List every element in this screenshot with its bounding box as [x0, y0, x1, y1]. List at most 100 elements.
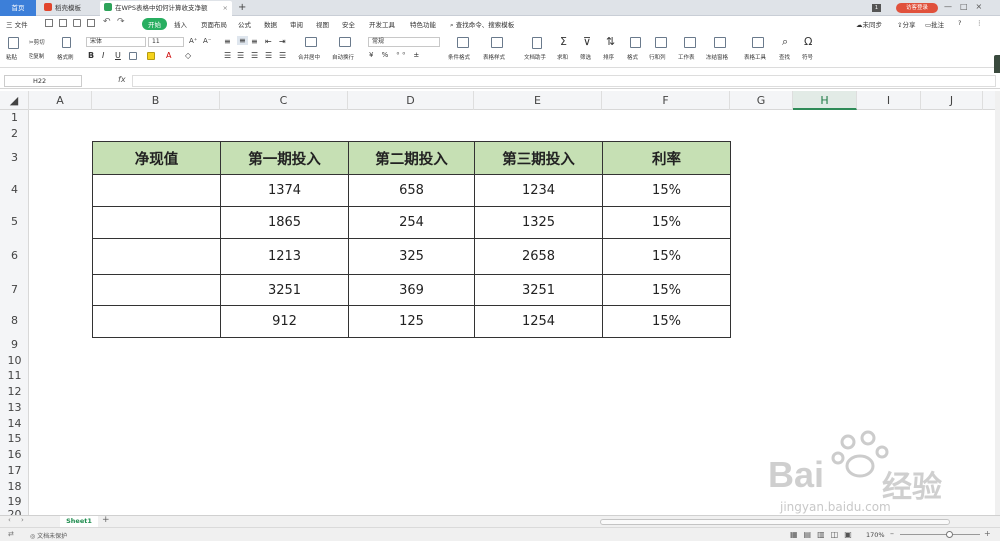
column-header-a[interactable]: A [29, 91, 92, 110]
sync-status[interactable]: ☁未同步 [856, 19, 882, 29]
file-menu[interactable]: 三 文件 [6, 19, 28, 29]
italic-icon[interactable]: I [102, 51, 104, 60]
tab-home[interactable]: 首页 [0, 0, 36, 16]
formula-input[interactable] [132, 75, 996, 87]
header-rate[interactable]: 利率 [602, 141, 731, 175]
table-cell[interactable]: 3251 [220, 274, 349, 306]
table-cell[interactable] [92, 305, 221, 338]
table-cell[interactable]: 15% [602, 305, 731, 338]
brush-icon[interactable] [62, 37, 71, 48]
paste-button[interactable]: 粘贴 [6, 53, 17, 61]
align-middle-icon[interactable]: ≡ [237, 36, 248, 45]
row-header[interactable]: 1 [0, 110, 29, 126]
table-cell[interactable]: 2658 [474, 238, 603, 275]
row-header[interactable]: 18 [0, 479, 29, 494]
window-count-icon[interactable]: 1 [872, 4, 881, 12]
table-cell[interactable]: 15% [602, 206, 731, 239]
number-format-field[interactable]: 常规 [368, 37, 440, 47]
format-icon[interactable] [630, 37, 641, 48]
zoom-level[interactable]: 170% [866, 531, 885, 539]
justify-icon[interactable]: ☰ [265, 51, 272, 60]
wrap-icon[interactable] [339, 37, 351, 47]
vertical-scrollbar[interactable] [995, 91, 1000, 515]
view-mode-icons[interactable]: ▦▤▥◫▣ [790, 530, 858, 539]
align-center-icon[interactable]: ☰ [237, 51, 244, 60]
find-button[interactable]: 查找 [779, 53, 790, 61]
column-header-h[interactable]: H [793, 91, 857, 110]
redo-icon[interactable]: ↷ [117, 17, 125, 27]
row-header[interactable]: 19 [0, 494, 29, 510]
export-icon[interactable] [59, 19, 67, 27]
sheet-nav-arrows[interactable]: ‹ › [8, 516, 28, 524]
menu-insert[interactable]: 插入 [174, 19, 187, 29]
doc-assistant-button[interactable]: 文档助手 [524, 53, 546, 61]
font-name-field[interactable]: 宋体 [86, 37, 146, 47]
column-header-i[interactable]: I [857, 91, 921, 110]
sheet-tab[interactable]: Sheet1 [60, 516, 98, 527]
align-right-icon[interactable]: ☰ [251, 51, 258, 60]
table-cell[interactable] [92, 206, 221, 239]
filter-button[interactable]: 筛选 [580, 53, 591, 61]
row-header[interactable]: 13 [0, 400, 29, 416]
table-style-icon[interactable] [491, 37, 503, 48]
row-header[interactable]: 6 [0, 238, 29, 274]
share-button[interactable]: ⇪分享 [897, 19, 915, 29]
conditional-format-button[interactable]: 条件格式 [448, 53, 470, 61]
tab-document[interactable]: 在WPS表格中如何计算收支净额 × [100, 1, 232, 16]
menu-formula[interactable]: 公式 [238, 19, 251, 29]
column-header-g[interactable]: G [730, 91, 793, 110]
header-period3[interactable]: 第三期投入 [474, 141, 603, 175]
undo-icon[interactable]: ↶ [103, 17, 111, 27]
sort-button[interactable]: 排序 [603, 53, 614, 61]
worksheet-icon[interactable] [684, 37, 696, 48]
row-header[interactable]: 7 [0, 274, 29, 305]
table-cell[interactable]: 1213 [220, 238, 349, 275]
align-top-icon[interactable]: ≡ [224, 37, 231, 46]
row-header[interactable]: 2 [0, 126, 29, 141]
number-format-icons[interactable]: ¥ % ⁰⁰ ± [369, 51, 422, 59]
header-period2[interactable]: 第二期投入 [348, 141, 475, 175]
close-icon[interactable]: × [223, 1, 228, 16]
format-painter-button[interactable]: 格式刷 [57, 53, 74, 61]
help-icon[interactable]: ? [958, 19, 961, 27]
row-header[interactable]: 9 [0, 337, 29, 353]
merge-icon[interactable] [305, 37, 317, 47]
fill-color-icon[interactable] [147, 52, 155, 60]
table-tools-button[interactable]: 表格工具 [744, 53, 766, 61]
table-cell[interactable]: 912 [220, 305, 349, 338]
window-controls[interactable]: —□× [944, 2, 990, 11]
horizontal-scrollbar[interactable] [600, 519, 950, 525]
copy-button[interactable]: ⎘复制 [29, 52, 44, 61]
table-cell[interactable]: 254 [348, 206, 475, 239]
condition-format-icon[interactable] [457, 37, 469, 48]
menu-features[interactable]: 特色功能 [410, 19, 436, 29]
row-header[interactable]: 4 [0, 174, 29, 206]
cut-button[interactable]: ✂剪切 [29, 38, 45, 46]
find-icon[interactable]: ⌕ [782, 35, 788, 49]
zoom-in-icon[interactable]: + [984, 529, 991, 538]
zoom-slider-handle[interactable] [946, 531, 953, 538]
table-cell[interactable] [92, 274, 221, 306]
table-cell[interactable]: 15% [602, 238, 731, 275]
tab-template[interactable]: 稻壳模板 [40, 1, 96, 16]
print-icon[interactable] [73, 19, 81, 27]
merge-button[interactable]: 合并居中 [298, 53, 320, 61]
comment-button[interactable]: ▭批注 [925, 19, 944, 29]
row-header[interactable]: 11 [0, 368, 29, 384]
column-header-d[interactable]: D [348, 91, 474, 110]
table-cell[interactable]: 1254 [474, 305, 603, 338]
bold-icon[interactable]: B [88, 51, 94, 60]
row-header[interactable]: 12 [0, 384, 29, 400]
menu-developer[interactable]: 开发工具 [369, 19, 395, 29]
column-header-j[interactable]: J [921, 91, 983, 110]
zoom-slider[interactable] [900, 534, 980, 535]
table-cell[interactable]: 369 [348, 274, 475, 306]
table-style-button[interactable]: 表格样式 [483, 53, 505, 61]
freeze-button[interactable]: 冻结窗格 [706, 53, 728, 61]
column-header-f[interactable]: F [602, 91, 730, 110]
more-icon[interactable]: ⋮ [976, 19, 983, 27]
table-cell[interactable] [92, 174, 221, 207]
align-bottom-icon[interactable]: ≡ [251, 37, 258, 46]
distributed-icon[interactable]: ☰ [279, 51, 286, 60]
header-period1[interactable]: 第一期投入 [220, 141, 349, 175]
